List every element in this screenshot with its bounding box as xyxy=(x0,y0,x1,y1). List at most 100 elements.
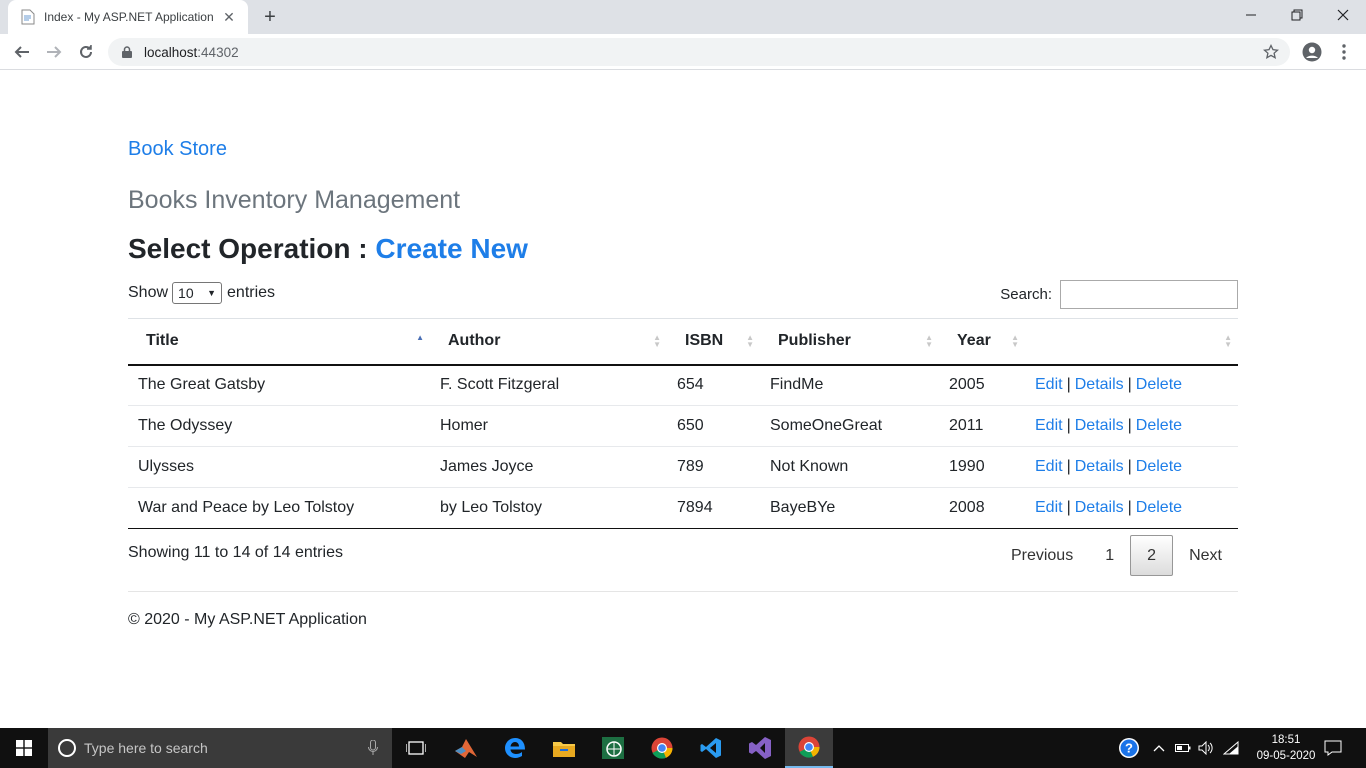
profile-avatar-icon[interactable] xyxy=(1300,40,1324,64)
books-table: Title ▲ Author ▲ ▼ ISBN ▲ ▼ Publisher ▲ ▼ Year ▲… xyxy=(128,318,1238,529)
new-tab-button[interactable]: + xyxy=(258,5,282,29)
vscode-icon[interactable] xyxy=(687,728,735,768)
cell-isbn: 7894 xyxy=(667,487,760,529)
cell-year: 2011 xyxy=(939,405,1025,447)
cell-author: Homer xyxy=(430,405,667,447)
column-header-author[interactable]: Author ▲ ▼ xyxy=(430,318,667,366)
sort-asc-icon: ▲ xyxy=(416,333,424,342)
delete-link[interactable]: Delete xyxy=(1136,458,1182,475)
edit-link[interactable]: Edit xyxy=(1035,458,1063,475)
matlab-icon[interactable] xyxy=(442,728,490,768)
column-header-isbn[interactable]: ISBN ▲ ▼ xyxy=(667,318,760,366)
sort-icon: ▲ ▼ xyxy=(925,333,933,349)
close-window-icon[interactable] xyxy=(1320,0,1366,30)
wifi-icon[interactable] xyxy=(1220,728,1242,768)
back-arrow-icon[interactable] xyxy=(8,38,36,66)
page-2-button[interactable]: 2 xyxy=(1130,535,1174,576)
column-header-year[interactable]: Year ▲ ▼ xyxy=(939,318,1025,366)
cell-isbn: 654 xyxy=(667,364,760,406)
edge-browser-icon[interactable] xyxy=(491,728,539,768)
sort-icon: ▲ ▼ xyxy=(1224,333,1232,349)
cell-title: The Odyssey xyxy=(128,405,430,447)
minimize-icon[interactable] xyxy=(1228,0,1274,30)
taskbar-search-placeholder: Type here to search xyxy=(84,740,208,756)
bookmark-star-icon[interactable] xyxy=(1262,43,1280,61)
notifications-icon[interactable] xyxy=(1320,728,1346,768)
column-header-title[interactable]: Title ▲ xyxy=(128,318,430,366)
footer-text: © 2020 - My ASP.NET Application xyxy=(128,611,367,628)
windows-start-icon[interactable] xyxy=(0,728,48,768)
previous-button[interactable]: Previous xyxy=(995,535,1089,576)
entries-select[interactable]: 10 ▼ xyxy=(172,282,223,304)
sort-icon: ▲ ▼ xyxy=(746,333,754,349)
spreadsheet-globe-icon[interactable] xyxy=(589,728,637,768)
sort-icon: ▲ ▼ xyxy=(1011,333,1019,349)
operation-label: Select Operation : xyxy=(128,233,376,264)
entries-length-control: Show 10 ▼ entries xyxy=(128,282,275,304)
cell-actions: Edit | Details | Delete xyxy=(1025,487,1238,529)
table-row: The Odyssey Homer 650 SomeOneGreat 2011 … xyxy=(128,405,1238,447)
cell-year: 2005 xyxy=(939,364,1025,406)
search-label: Search: xyxy=(1000,286,1052,303)
cell-title: War and Peace by Leo Tolstoy xyxy=(128,487,430,529)
details-link[interactable]: Details xyxy=(1075,417,1124,434)
close-tab-icon[interactable]: ✕ xyxy=(220,8,238,26)
cell-isbn: 650 xyxy=(667,405,760,447)
browser-tab[interactable]: Index - My ASP.NET Application ✕ xyxy=(8,0,248,34)
help-icon[interactable]: ? xyxy=(1116,728,1142,768)
table-row: The Great Gatsby F. Scott Fitzgeral 654 … xyxy=(128,364,1238,406)
lock-icon[interactable] xyxy=(120,45,134,59)
column-header-publisher[interactable]: Publisher ▲ ▼ xyxy=(760,318,939,366)
menu-dots-icon[interactable] xyxy=(1332,40,1356,64)
edit-link[interactable]: Edit xyxy=(1035,417,1063,434)
address-bar[interactable]: localhost:44302 xyxy=(108,38,1290,66)
cell-title: Ulysses xyxy=(128,446,430,488)
visual-studio-icon[interactable] xyxy=(736,728,784,768)
forward-arrow-icon[interactable] xyxy=(40,38,68,66)
delete-link[interactable]: Delete xyxy=(1136,417,1182,434)
pagination: Previous 1 2 Next xyxy=(995,535,1238,576)
windows-taskbar: Type here to search ? 18:51 09-05-2020 xyxy=(0,728,1366,768)
volume-icon[interactable] xyxy=(1196,728,1216,768)
battery-icon[interactable] xyxy=(1173,728,1193,768)
tab-title: Index - My ASP.NET Application xyxy=(44,10,214,24)
restore-icon[interactable] xyxy=(1274,0,1320,30)
column-header-actions[interactable]: ▲ ▼ xyxy=(1025,318,1238,366)
show-label: Show xyxy=(128,284,169,301)
details-link[interactable]: Details xyxy=(1075,458,1124,475)
delete-link[interactable]: Delete xyxy=(1136,376,1182,393)
clock-time: 18:51 xyxy=(1271,734,1301,746)
page-subtitle: Books Inventory Management xyxy=(128,186,461,214)
task-view-icon[interactable] xyxy=(392,728,440,768)
create-new-link[interactable]: Create New xyxy=(375,233,528,264)
taskbar-search-box[interactable]: Type here to search xyxy=(48,728,392,768)
cell-year: 1990 xyxy=(939,446,1025,488)
microphone-icon[interactable] xyxy=(368,739,378,761)
entries-label: entries xyxy=(227,284,276,301)
details-link[interactable]: Details xyxy=(1075,376,1124,393)
page-1-button[interactable]: 1 xyxy=(1089,535,1130,576)
brand-link[interactable]: Book Store xyxy=(128,138,227,161)
table-row: War and Peace by Leo Tolstoy by Leo Tols… xyxy=(128,487,1238,529)
cell-publisher: FindMe xyxy=(760,364,939,406)
details-link[interactable]: Details xyxy=(1075,499,1124,516)
cell-year: 2008 xyxy=(939,487,1025,529)
table-info: Showing 11 to 14 of 14 entries xyxy=(128,544,343,561)
svg-text:?: ? xyxy=(1125,741,1133,756)
chevron-up-icon[interactable] xyxy=(1150,728,1168,768)
next-button[interactable]: Next xyxy=(1173,535,1238,576)
cell-title: The Great Gatsby xyxy=(128,364,430,406)
taskbar-clock[interactable]: 18:51 09-05-2020 xyxy=(1254,732,1318,764)
reload-icon[interactable] xyxy=(72,38,100,66)
tab-strip: Index - My ASP.NET Application ✕ + xyxy=(0,0,1366,34)
footer-divider xyxy=(128,591,1238,592)
cell-isbn: 789 xyxy=(667,446,760,488)
file-explorer-icon[interactable] xyxy=(540,728,588,768)
edit-link[interactable]: Edit xyxy=(1035,376,1063,393)
chrome-icon[interactable] xyxy=(638,728,686,768)
chrome-active-icon[interactable] xyxy=(785,728,833,768)
search-input[interactable] xyxy=(1060,280,1238,309)
edit-link[interactable]: Edit xyxy=(1035,499,1063,516)
sort-icon: ▲ ▼ xyxy=(653,333,661,349)
delete-link[interactable]: Delete xyxy=(1136,499,1182,516)
